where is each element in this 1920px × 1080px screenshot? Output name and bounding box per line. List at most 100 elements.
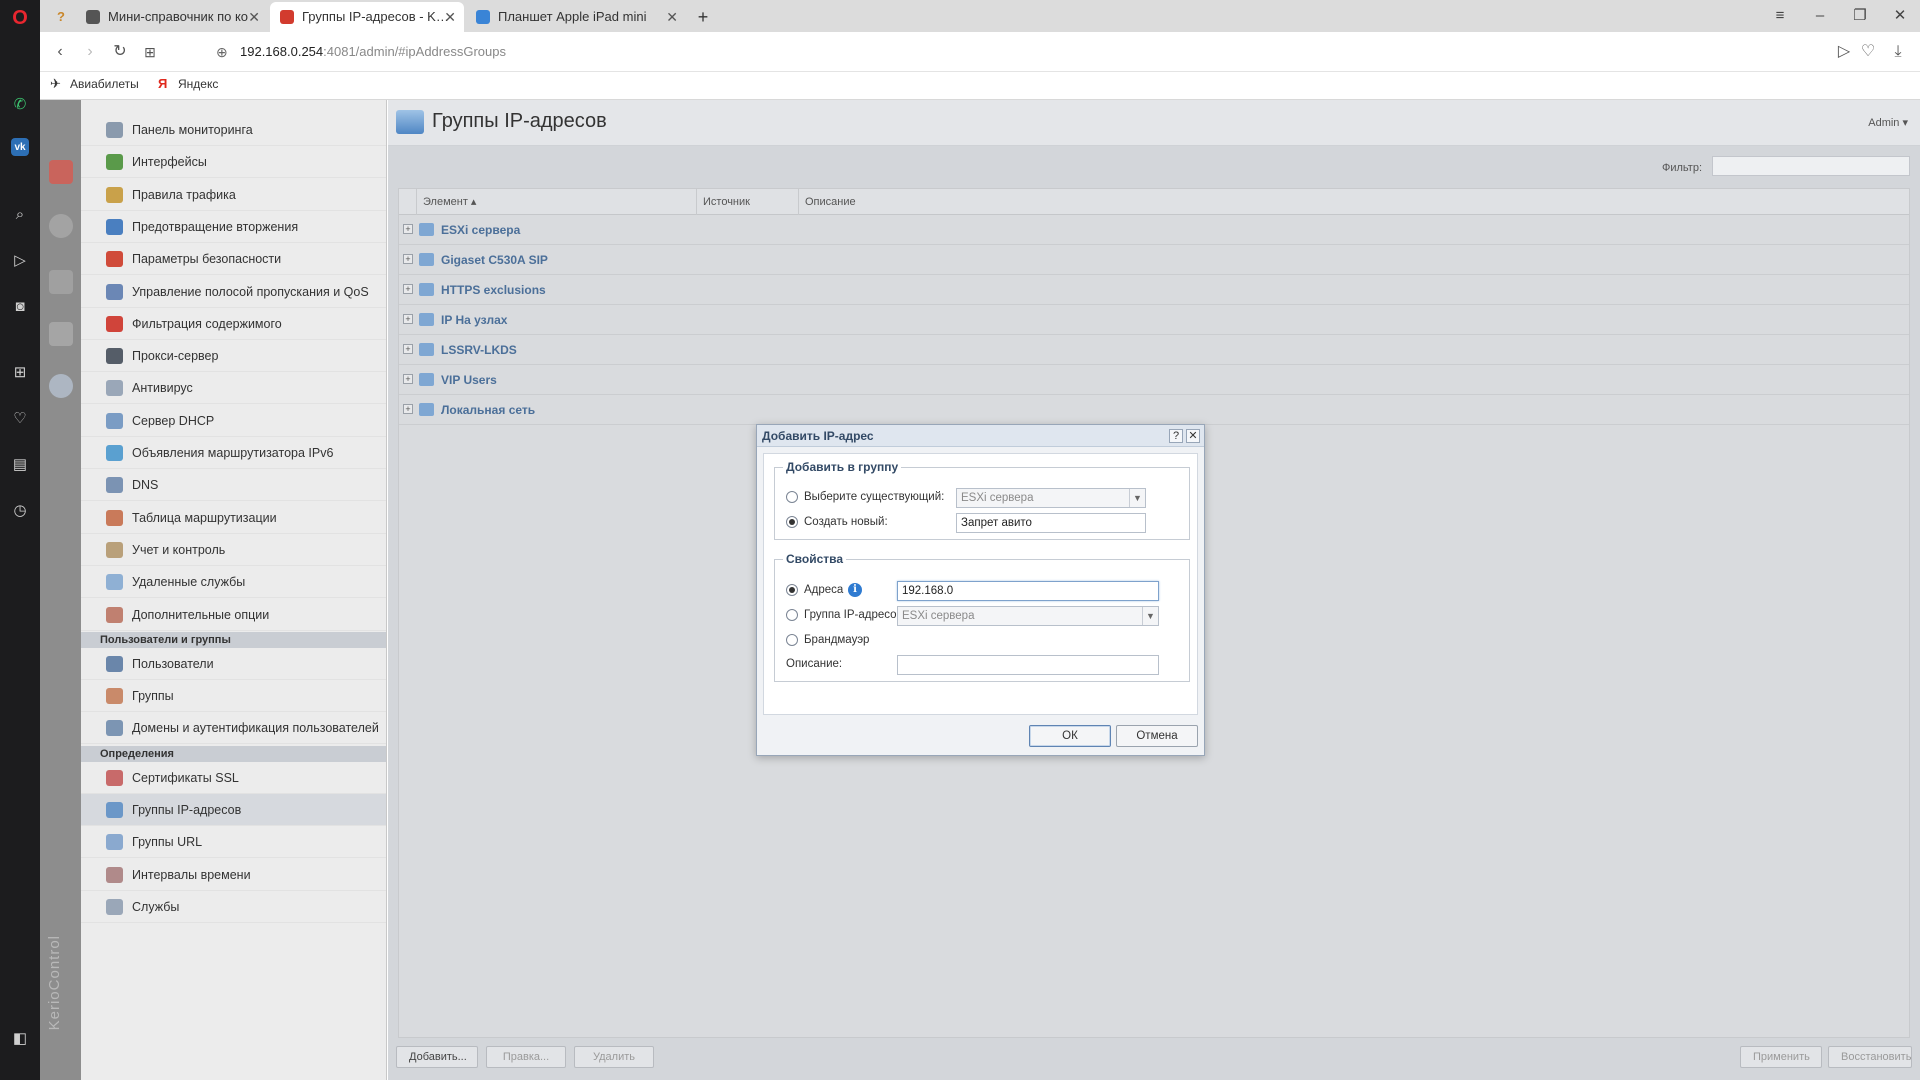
sidebar-item[interactable]: Параметры безопасности: [81, 243, 386, 276]
sidebar-item[interactable]: Удаленные службы: [81, 566, 386, 599]
address-radio[interactable]: [786, 584, 798, 596]
minimize-icon[interactable]: –: [1808, 4, 1832, 28]
status-circle-icon[interactable]: [49, 214, 73, 238]
table-row[interactable]: + LSSRV-LKDS: [399, 335, 1909, 365]
logs-icon[interactable]: [49, 322, 73, 346]
search-icon[interactable]: ⌕: [8, 202, 32, 226]
vk-icon[interactable]: vk: [11, 138, 29, 156]
firewall-radio[interactable]: [786, 634, 798, 646]
close-tab-icon[interactable]: ✕: [248, 2, 260, 32]
help-icon[interactable]: ?: [1169, 429, 1183, 443]
column-description[interactable]: Описание: [799, 189, 1909, 215]
table-row[interactable]: + VIP Users: [399, 365, 1909, 395]
new-group-name-input[interactable]: Запрет авито: [956, 513, 1146, 533]
url-field[interactable]: ⊕ 192.168.0.254:4081/admin/#ipAddressGrou…: [212, 39, 1832, 65]
table-row[interactable]: + ESXi сервера: [399, 215, 1909, 245]
bookmark-avia[interactable]: ✈ Авиабилеты: [50, 76, 139, 91]
download-icon[interactable]: ⤓: [1886, 40, 1910, 64]
bookmark-yandex[interactable]: Я Яндекс: [158, 76, 218, 91]
admin-user-menu[interactable]: Admin ▾: [1868, 116, 1908, 129]
expand-icon[interactable]: +: [403, 344, 413, 354]
history-clock-icon[interactable]: ◷: [8, 498, 32, 522]
bookmark-heart-icon[interactable]: ♡: [1856, 40, 1880, 64]
sidebar-item[interactable]: Группы: [81, 680, 386, 713]
column-source[interactable]: Источник: [697, 189, 799, 215]
sidebar-toggle-icon[interactable]: ◧: [8, 1026, 32, 1050]
send-icon[interactable]: ▷: [1832, 40, 1856, 64]
speed-dial-grid-icon[interactable]: ⊞: [138, 40, 162, 64]
expand-icon[interactable]: +: [403, 314, 413, 324]
back-arrow-icon[interactable]: ‹: [48, 40, 72, 64]
sidebar-item[interactable]: Сертификаты SSL: [81, 762, 386, 794]
sidebar-item[interactable]: Управление полосой пропускания и QoS: [81, 276, 386, 308]
add-button[interactable]: Добавить...: [396, 1046, 478, 1068]
tab-ipad[interactable]: Планшет Apple iPad mini ✕: [466, 2, 686, 32]
select-all-column[interactable]: [399, 189, 417, 215]
sidebar-item[interactable]: Сервер DHCP: [81, 405, 386, 437]
sidebar-item[interactable]: Таблица маршрутизации: [81, 502, 386, 534]
sidebar-item[interactable]: Учет и контроль: [81, 534, 386, 566]
ip-group-radio[interactable]: [786, 609, 798, 621]
restore-window-icon[interactable]: ❐: [1848, 4, 1872, 28]
kerio-shield-icon[interactable]: [49, 160, 73, 184]
delete-button[interactable]: Удалить: [574, 1046, 654, 1068]
ip-group-select[interactable]: ESXi сервера ▼: [897, 606, 1159, 626]
sidebar-item[interactable]: Правила трафика: [81, 179, 386, 211]
existing-group-select[interactable]: ESXi сервера ▼: [956, 488, 1146, 508]
heart-icon[interactable]: ♡: [8, 406, 32, 430]
expand-icon[interactable]: +: [403, 224, 413, 234]
help-tab-icon[interactable]: ?: [50, 2, 72, 32]
apply-button[interactable]: Применить: [1740, 1046, 1822, 1068]
sidebar-item[interactable]: Панель мониторинга: [81, 114, 386, 146]
close-tab-icon[interactable]: ✕: [444, 2, 456, 32]
tab-ip-groups[interactable]: Группы IP-адресов - Kerio ✕: [270, 2, 464, 32]
forward-arrow-icon[interactable]: ›: [78, 40, 102, 64]
sidebar-item[interactable]: Антивирус: [81, 372, 386, 405]
sidebar-item[interactable]: Интерфейсы: [81, 146, 386, 179]
expand-icon[interactable]: +: [403, 404, 413, 414]
config-icon[interactable]: [49, 374, 73, 398]
stats-bars-icon[interactable]: [49, 270, 73, 294]
filter-input[interactable]: [1712, 156, 1910, 176]
address-input[interactable]: 192.168.0: [897, 581, 1159, 601]
table-row[interactable]: + HTTPS exclusions: [399, 275, 1909, 305]
ok-button[interactable]: ОК: [1029, 725, 1111, 747]
reload-icon[interactable]: ↻: [108, 40, 132, 64]
info-icon[interactable]: i: [848, 583, 862, 597]
expand-icon[interactable]: +: [403, 284, 413, 294]
edit-button[interactable]: Правка...: [486, 1046, 566, 1068]
sidebar-item[interactable]: DNS: [81, 469, 386, 502]
description-input[interactable]: [897, 655, 1159, 675]
table-row[interactable]: + Gigaset C530A SIP: [399, 245, 1909, 275]
sidebar-item[interactable]: Объявления маршрутизатора IPv6: [81, 437, 386, 469]
table-row[interactable]: + Локальная сеть: [399, 395, 1909, 425]
sidebar-item[interactable]: Прокси-сервер: [81, 340, 386, 373]
new-tab-button[interactable]: +: [688, 2, 718, 32]
close-window-icon[interactable]: ✕: [1888, 4, 1912, 28]
sidebar-item[interactable]: Домены и аутентификация пользователей: [81, 712, 386, 745]
sidebar-item[interactable]: Предотвращение вторжения: [81, 211, 386, 243]
create-new-radio[interactable]: [786, 516, 798, 528]
select-existing-radio[interactable]: [786, 491, 798, 503]
tab-menu-icon[interactable]: ≡: [1768, 4, 1792, 28]
sidebar-item[interactable]: Интервалы времени: [81, 859, 386, 891]
close-tab-icon[interactable]: ✕: [666, 2, 678, 32]
apps-grid-icon[interactable]: ⊞: [8, 360, 32, 384]
expand-icon[interactable]: +: [403, 254, 413, 264]
cancel-button[interactable]: Отмена: [1116, 725, 1198, 747]
sidebar-item[interactable]: Пользователи: [81, 648, 386, 680]
expand-icon[interactable]: +: [403, 374, 413, 384]
close-icon[interactable]: ✕: [1186, 429, 1200, 443]
whatsapp-icon[interactable]: ✆: [8, 92, 32, 116]
column-element[interactable]: Элемент ▴: [417, 189, 697, 215]
sidebar-item[interactable]: Фильтрация содержимого: [81, 308, 386, 340]
restore-button[interactable]: Восстановить: [1828, 1046, 1912, 1068]
table-row[interactable]: + IP На узлах: [399, 305, 1909, 335]
send-icon[interactable]: ▷: [8, 248, 32, 272]
sidebar-item[interactable]: Службы: [81, 891, 386, 923]
tab-mini-guide[interactable]: Мини-справочник по ко ✕: [76, 2, 268, 32]
opera-logo-icon[interactable]: O: [8, 6, 32, 30]
news-icon[interactable]: ▤: [8, 452, 32, 476]
sidebar-item[interactable]: Группы IP-адресов: [81, 794, 386, 826]
sidebar-item[interactable]: Дополнительные опции: [81, 599, 386, 631]
